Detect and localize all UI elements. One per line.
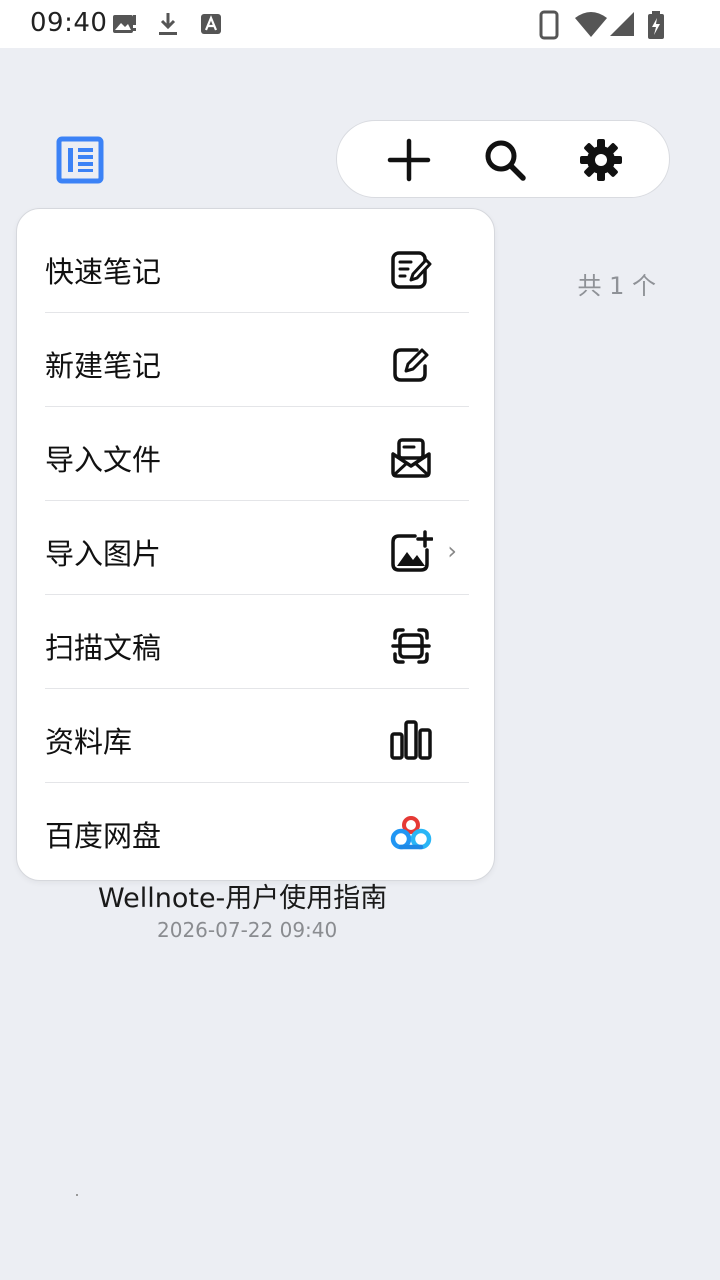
image-icon (113, 15, 136, 33)
decorative-dot (76, 1194, 78, 1196)
wifi-icon (575, 12, 607, 37)
menu-item-baidu-pan[interactable]: 百度网盘 (45, 783, 469, 877)
edit-icon (393, 348, 429, 382)
battery-icon (648, 11, 664, 39)
menu-item-label: 快速笔记 (45, 255, 162, 289)
note-title[interactable]: Wellnote-用户使用指南 (98, 876, 387, 915)
status-time: 09:40 (30, 8, 108, 38)
status-bar: 09:40 (0, 0, 720, 48)
mail-import-icon (391, 438, 431, 478)
menu-item-label: 百度网盘 (45, 819, 162, 853)
image-add-icon (391, 530, 433, 572)
note-date: 2026-07-22 09:40 (157, 918, 338, 942)
add-menu-popup: 快速笔记 新建笔记 导入文件 导入图片 › 扫描文稿 资料库 百度网盘 (16, 208, 495, 881)
menu-item-label: 资料库 (45, 725, 133, 759)
baidu-cloud-icon (390, 816, 432, 850)
menu-item-import-image[interactable]: 导入图片 › (45, 501, 469, 595)
menu-item-import-file[interactable]: 导入文件 (45, 407, 469, 501)
menu-item-label: 导入文件 (45, 443, 162, 477)
menu-item-label: 新建笔记 (45, 349, 162, 383)
menu-item-new-note[interactable]: 新建笔记 (45, 313, 469, 407)
menu-item-label: 扫描文稿 (45, 631, 162, 665)
menu-item-label: 导入图片 (45, 537, 162, 571)
a-icon (201, 14, 221, 34)
menu-item-scan-document[interactable]: 扫描文稿 (45, 595, 469, 689)
menu-item-quick-note[interactable]: 快速笔记 (45, 219, 469, 313)
add-icon[interactable] (387, 138, 431, 182)
download-icon (159, 13, 177, 35)
signal-icon (610, 12, 634, 36)
quick-note-icon (391, 251, 432, 289)
top-toolbar (336, 120, 670, 198)
library-icon (390, 720, 432, 760)
chevron-right-icon: › (447, 537, 457, 565)
sidebar-list-icon[interactable] (56, 136, 104, 184)
note-count: 共 1 个 (577, 272, 656, 300)
scan-icon (391, 628, 431, 664)
menu-item-library[interactable]: 资料库 (45, 689, 469, 783)
gear-icon[interactable] (579, 138, 623, 182)
phone-icon (539, 10, 559, 40)
search-icon[interactable] (483, 138, 527, 182)
